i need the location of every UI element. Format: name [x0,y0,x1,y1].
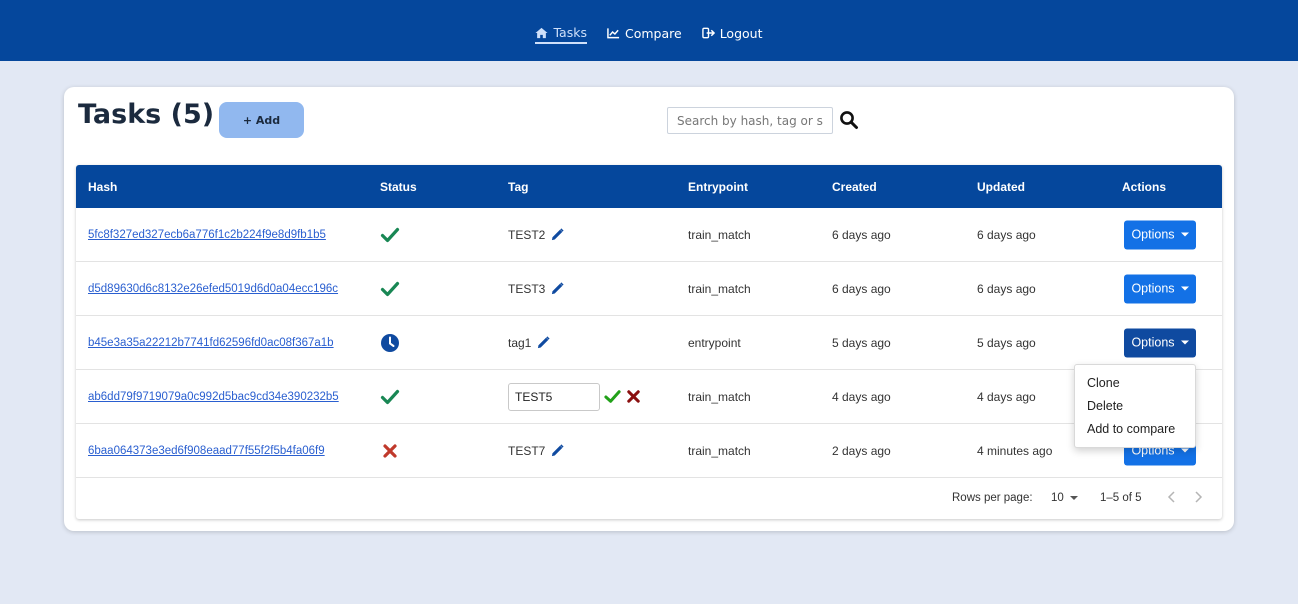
table-row: ab6dd79f9719079a0c992d5bac9cd34e390232b5… [76,370,1222,424]
pagination-range: 1–5 of 5 [1100,492,1142,504]
status-pending-clock-icon [380,333,400,353]
table-row: 6baa064373e3ed6f908eaad77f55f2f5b4fa06f9… [76,424,1222,478]
entrypoint-value: entrypoint [688,335,741,350]
options-label: Options [1131,281,1175,296]
options-button-open[interactable]: Options [1124,328,1196,357]
table-row: 5fc8f327ed327ecb6a776f1c2b224f9e8d9fb1b5… [76,208,1222,262]
column-header-updated[interactable]: Updated [977,180,1025,194]
tag-edit-input[interactable] [508,382,600,411]
nav-compare[interactable]: Compare [607,24,682,42]
tag-edit-cell [508,382,642,411]
updated-value: 6 days ago [977,281,1036,296]
created-value: 2 days ago [832,443,891,458]
column-header-actions: Actions [1122,180,1167,194]
task-hash-link[interactable]: ab6dd79f9719079a0c992d5bac9cd34e390232b5 [88,391,339,403]
options-label: Options [1131,335,1175,350]
status-success-icon [380,279,400,299]
table-row: b45e3a35a22212b7741fd62596fd0ac08f367a1b… [76,316,1222,370]
nav-compare-label: Compare [624,25,682,41]
pencil-icon[interactable] [551,282,564,295]
created-value: 6 days ago [832,281,891,296]
pencil-icon[interactable] [551,228,564,241]
options-button[interactable]: Options [1124,274,1196,303]
tag-cell: TEST2 [508,228,564,242]
column-header-status[interactable]: Status [380,180,417,194]
confirm-check-icon[interactable] [604,388,621,405]
tag-label: TEST7 [508,443,546,458]
search-icon[interactable] [839,110,859,130]
created-value: 5 days ago [832,335,891,350]
caret-down-icon [1069,496,1078,500]
task-hash-link[interactable]: 6baa064373e3ed6f908eaad77f55f2f5b4fa06f9 [88,445,325,457]
table-header: Hash Status Tag Entrypoint Created Updat… [76,165,1222,208]
task-hash-link[interactable]: b45e3a35a22212b7741fd62596fd0ac08f367a1b [88,337,334,349]
options-label: Options [1131,227,1175,242]
options-button[interactable]: Options [1124,220,1196,249]
updated-value: 5 days ago [977,335,1036,350]
pencil-icon[interactable] [551,444,564,457]
top-navbar: Tasks Compare Logout [0,0,1298,61]
tag-label: TEST2 [508,227,546,242]
created-value: 4 days ago [832,389,891,404]
status-success-icon [380,225,400,245]
tag-cell: tag1 [508,336,550,350]
entrypoint-value: train_match [688,227,751,242]
tag-cell: TEST3 [508,282,564,296]
column-header-entrypoint[interactable]: Entrypoint [688,180,748,194]
nav-logout-label: Logout [719,25,763,41]
tasks-card: Tasks (5) + Add Hash Status Tag Entrypoi… [64,87,1234,531]
caret-down-icon [1180,286,1189,291]
entrypoint-value: train_match [688,389,751,404]
logout-icon [701,27,715,39]
rows-per-page-label: Rows per page: [952,492,1033,504]
created-value: 6 days ago [832,227,891,242]
nav-tasks[interactable]: Tasks [535,24,587,44]
menu-item-add-to-compare[interactable]: Add to compare [1075,417,1195,440]
nav-tasks-label: Tasks [553,25,587,40]
caret-down-icon [1180,340,1189,345]
page-title: Tasks (5) [78,99,215,130]
column-header-tag[interactable]: Tag [508,180,528,194]
entrypoint-value: train_match [688,443,751,458]
task-hash-link[interactable]: d5d89630d6c8132e26efed5019d6d0a04ecc196c [88,283,338,295]
rows-per-page-value: 10 [1051,492,1064,504]
caret-down-icon [1180,232,1189,237]
tag-cell: TEST7 [508,444,564,458]
entrypoint-value: train_match [688,281,751,296]
tag-label: tag1 [508,335,532,350]
table-pagination: Rows per page: 10 1–5 of 5 [76,478,1222,518]
updated-value: 4 minutes ago [977,443,1053,458]
tag-label: TEST3 [508,281,546,296]
status-failed-icon [380,441,400,461]
add-task-button[interactable]: + Add [219,102,304,138]
updated-value: 4 days ago [977,389,1036,404]
menu-item-clone[interactable]: Clone [1075,371,1195,394]
menu-item-delete[interactable]: Delete [1075,394,1195,417]
updated-value: 6 days ago [977,227,1036,242]
previous-page-icon[interactable] [1164,489,1180,505]
search-input[interactable] [667,107,833,134]
nav-logout[interactable]: Logout [701,24,763,42]
column-header-hash[interactable]: Hash [88,180,117,194]
task-hash-link[interactable]: 5fc8f327ed327ecb6a776f1c2b224f9e8d9fb1b5 [88,229,326,241]
home-icon [535,27,549,38]
options-menu: Clone Delete Add to compare [1074,364,1196,448]
pencil-icon[interactable] [537,336,550,349]
column-header-created[interactable]: Created [832,180,877,194]
status-success-icon [380,387,400,407]
cancel-x-icon[interactable] [625,388,642,405]
tasks-table: Hash Status Tag Entrypoint Created Updat… [76,165,1222,519]
caret-down-icon [1180,448,1189,453]
table-row: d5d89630d6c8132e26efed5019d6d0a04ecc196c… [76,262,1222,316]
next-page-icon[interactable] [1190,489,1206,505]
rows-per-page-select[interactable]: 10 [1051,492,1078,504]
line-chart-icon [607,28,620,39]
